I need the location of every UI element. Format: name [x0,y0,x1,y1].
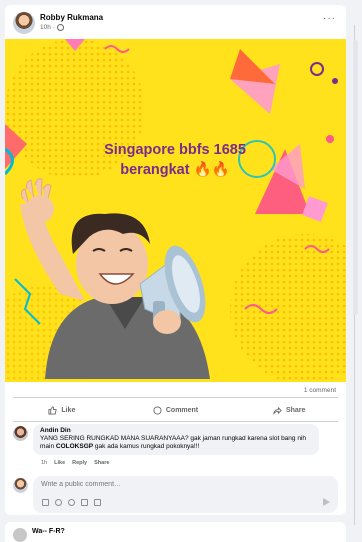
comment-share-button[interactable]: Share [94,460,109,466]
comment-composer [13,475,338,515]
comment-actions: 1h Like Reply Share [41,460,109,466]
post-header: Robby Rukmana 10h · ··· [5,5,346,39]
comment-reply-button[interactable]: Reply [72,460,87,466]
like-button[interactable]: Like [5,399,119,421]
divider [13,397,338,398]
gif-icon[interactable] [81,499,88,506]
commenter-avatar[interactable] [13,426,28,441]
comment-like-button[interactable]: Like [54,460,65,466]
post-actions: Like Comment Share [5,399,346,421]
post-image[interactable]: Singapore bbfs 1685 berangkat 🔥🔥 [5,39,346,382]
send-icon[interactable] [323,498,330,506]
post-card: Robby Rukmana 10h · ··· Singapore bbfs 1… [5,5,346,515]
commenter-name[interactable]: Andin Din [40,427,312,434]
my-avatar [13,478,28,493]
comment-count[interactable]: 1 comment [304,387,336,394]
scrollbar-thumb[interactable] [353,40,358,315]
fire-emoji: 🔥🔥 [193,162,230,178]
thumbs-up-icon [48,405,57,415]
author-avatar[interactable] [13,12,35,34]
banner-headline: Singapore bbfs 1685 berangkat 🔥🔥 [45,140,305,180]
camera-icon[interactable] [68,499,75,506]
comment-input-box[interactable] [33,476,338,513]
composer-tools [42,499,101,506]
comment-input[interactable] [41,481,321,488]
banner-graphic [5,39,346,382]
comment-text-part-2: gak ada kamus rungkad pokoknya!!! [93,443,200,450]
comment-time[interactable]: 1h [41,460,47,466]
share-icon [273,406,282,415]
meta-dot: · [52,24,56,31]
comment-item: Andin Din YANG SERING RUNGKAD MANA SUARA… [13,422,338,472]
comment-text-bold: COLOKSGP [55,443,94,450]
share-button[interactable]: Share [232,399,346,421]
author-name[interactable]: Robby Rukmana [40,13,103,22]
emoji-icon[interactable] [55,499,62,506]
avatar-sticker-icon[interactable] [42,499,49,506]
comment-button[interactable]: Comment [119,399,233,421]
sticker-icon[interactable] [94,499,101,506]
globe-icon [57,24,65,31]
next-author-avatar[interactable] [13,528,27,542]
headline-line-2-text: berangkat [120,162,190,178]
like-label: Like [61,406,76,414]
next-post-card: Wa-- F-R? [5,522,346,542]
more-options-icon[interactable]: ··· [323,13,336,24]
next-author-name[interactable]: Wa-- F-R? [32,528,65,535]
headline-line-1: Singapore bbfs 1685 [104,142,246,158]
share-label: Share [285,406,306,414]
post-meta: 10h · [40,24,65,31]
comment-bubble: Andin Din YANG SERING RUNGKAD MANA SUARA… [33,424,319,455]
headline-line-2: berangkat 🔥🔥 [45,160,305,180]
comment-label: Comment [165,406,199,414]
comment-icon [153,405,162,415]
post-time[interactable]: 10h [40,24,51,31]
comment-text: YANG SERING RUNGKAD MANA SUARANYAAA? gak… [40,435,312,451]
